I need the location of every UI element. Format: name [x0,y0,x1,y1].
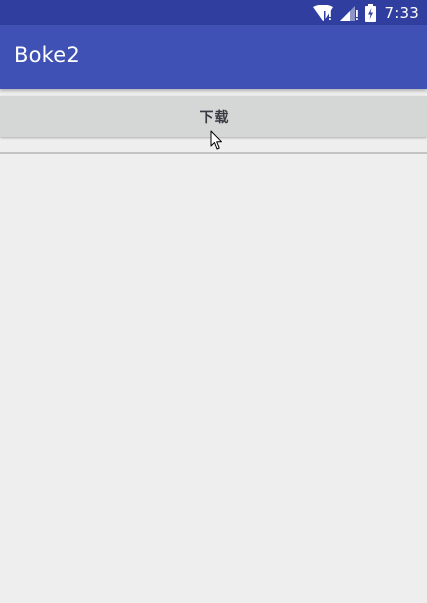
app-bar: Boke2 [0,25,427,89]
app-screen: 7:33 Boke2 下载 [0,0,427,603]
mouse-cursor-icon [210,130,223,155]
content-area [0,154,427,603]
status-time: 7:33 [384,3,419,22]
download-button-label: 下载 [199,109,230,126]
app-title: Boke2 [14,43,80,67]
status-icons: 7:33 [312,0,419,25]
wifi-icon [312,4,333,21]
battery-icon [364,3,376,22]
signal-icon [339,5,358,21]
status-bar: 7:33 [0,0,427,25]
